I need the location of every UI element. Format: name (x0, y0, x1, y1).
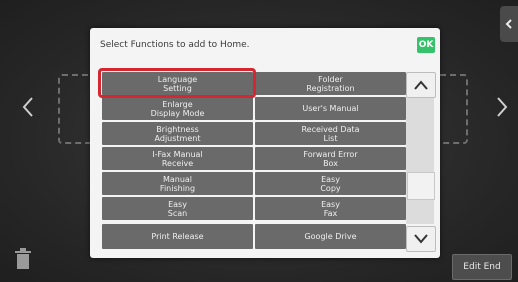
edit-end-button[interactable]: Edit End (452, 254, 512, 280)
function-language-setting[interactable]: Language Setting (102, 72, 253, 95)
function-brightness-adjustment[interactable]: Brightness Adjustment (102, 122, 253, 145)
function-select-dialog: Select Functions to add to Home. OK Lang… (90, 28, 440, 258)
function-row: I-Fax Manual Receive Forward Error Box (102, 147, 406, 170)
trash-icon[interactable] (12, 246, 34, 272)
chevron-left-icon[interactable] (18, 94, 40, 120)
function-manual-finishing[interactable]: Manual Finishing (102, 172, 253, 195)
function-google-drive[interactable]: Google Drive (255, 224, 406, 249)
chevron-down-icon[interactable] (406, 226, 436, 252)
dialog-title: Select Functions to add to Home. (100, 40, 250, 50)
function-enlarge-display-mode[interactable]: Enlarge Display Mode (102, 97, 253, 120)
collapse-tab-icon[interactable] (500, 6, 518, 42)
function-row: Brightness Adjustment Received Data List (102, 122, 406, 145)
function-row: Manual Finishing Easy Copy (102, 172, 406, 195)
function-received-data-list[interactable]: Received Data List (255, 122, 406, 145)
function-row: Language Setting Folder Registration (102, 72, 406, 95)
function-grid: Language Setting Folder Registration Enl… (102, 72, 406, 251)
function-easy-copy[interactable]: Easy Copy (255, 172, 406, 195)
function-row: Easy Scan Easy Fax (102, 197, 406, 220)
chevron-right-icon[interactable] (490, 94, 512, 120)
function-folder-registration[interactable]: Folder Registration (255, 72, 406, 95)
chevron-up-icon[interactable] (406, 72, 436, 98)
function-easy-scan[interactable]: Easy Scan (102, 197, 253, 220)
function-row: Enlarge Display Mode User's Manual (102, 97, 406, 120)
function-ifax-manual-receive[interactable]: I-Fax Manual Receive (102, 147, 253, 170)
scrollbar[interactable] (406, 72, 436, 252)
function-easy-fax[interactable]: Easy Fax (255, 197, 406, 220)
ok-button[interactable]: OK (417, 37, 435, 53)
function-users-manual[interactable]: User's Manual (255, 97, 406, 120)
scroll-track[interactable] (406, 98, 435, 224)
function-forward-error-box[interactable]: Forward Error Box (255, 147, 406, 170)
scroll-thumb[interactable] (407, 172, 435, 200)
function-print-release[interactable]: Print Release (102, 224, 253, 249)
function-row: Print Release Google Drive (102, 224, 406, 249)
